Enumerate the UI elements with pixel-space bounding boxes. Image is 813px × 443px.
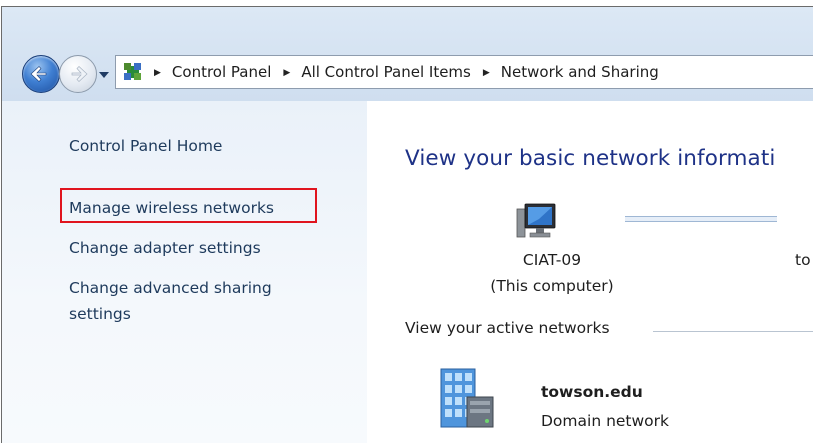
recent-pages-dropdown[interactable] <box>98 66 110 78</box>
network-name: towson.edu <box>541 383 643 401</box>
network-node-label: to <box>795 251 811 269</box>
back-button[interactable] <box>22 55 60 93</box>
control-panel-icon <box>124 63 141 80</box>
network-type-link[interactable]: Domain network <box>541 412 669 430</box>
computer-name[interactable]: CIAT-09 <box>482 251 622 269</box>
address-bar[interactable]: ▶ Control Panel ▶ All Control Panel Items ▶ N… <box>115 55 813 89</box>
forward-button[interactable] <box>59 55 97 93</box>
window: ▶ Control Panel ▶ All Control Panel Items ▶ N… <box>1 6 813 443</box>
breadcrumb-item-network-and-sharing[interactable]: Network and Sharing <box>501 63 659 81</box>
forward-arrow-icon <box>71 66 88 82</box>
computer-icon <box>516 203 556 238</box>
network-building-icon <box>440 368 494 428</box>
sidebar-item-control-panel-home[interactable]: Control Panel Home <box>69 135 222 157</box>
page-title: View your basic network informati <box>405 146 776 171</box>
chevron-down-icon <box>99 72 109 78</box>
back-arrow-icon <box>30 66 47 82</box>
highlight-box <box>60 188 317 223</box>
main-content: View your basic network informati CIAT-0… <box>367 101 813 443</box>
breadcrumb-separator-icon[interactable]: ▶ <box>154 57 161 89</box>
breadcrumb-separator-icon[interactable]: ▶ <box>283 57 290 89</box>
sidebar-item-change-advanced-sharing[interactable]: Change advanced sharing <box>69 277 272 299</box>
sidebar-item-change-advanced-sharing-line2[interactable]: settings <box>69 303 131 325</box>
breadcrumb-item-all-control-panel-items[interactable]: All Control Panel Items <box>301 63 471 81</box>
breadcrumb-item-control-panel[interactable]: Control Panel <box>172 63 271 81</box>
computer-subtitle: (This computer) <box>490 277 614 295</box>
breadcrumb-separator-icon[interactable]: ▶ <box>483 57 490 89</box>
connection-line <box>625 216 777 222</box>
divider <box>653 331 813 332</box>
active-networks-heading: View your active networks <box>405 319 610 337</box>
breadcrumb: ▶ Control Panel ▶ All Control Panel Items ▶ N… <box>154 56 671 88</box>
navigation-bar: ▶ Control Panel ▶ All Control Panel Items ▶ N… <box>2 7 813 101</box>
sidebar: Control Panel Home Manage wireless netwo… <box>2 101 367 443</box>
sidebar-item-change-adapter-settings[interactable]: Change adapter settings <box>69 237 261 259</box>
